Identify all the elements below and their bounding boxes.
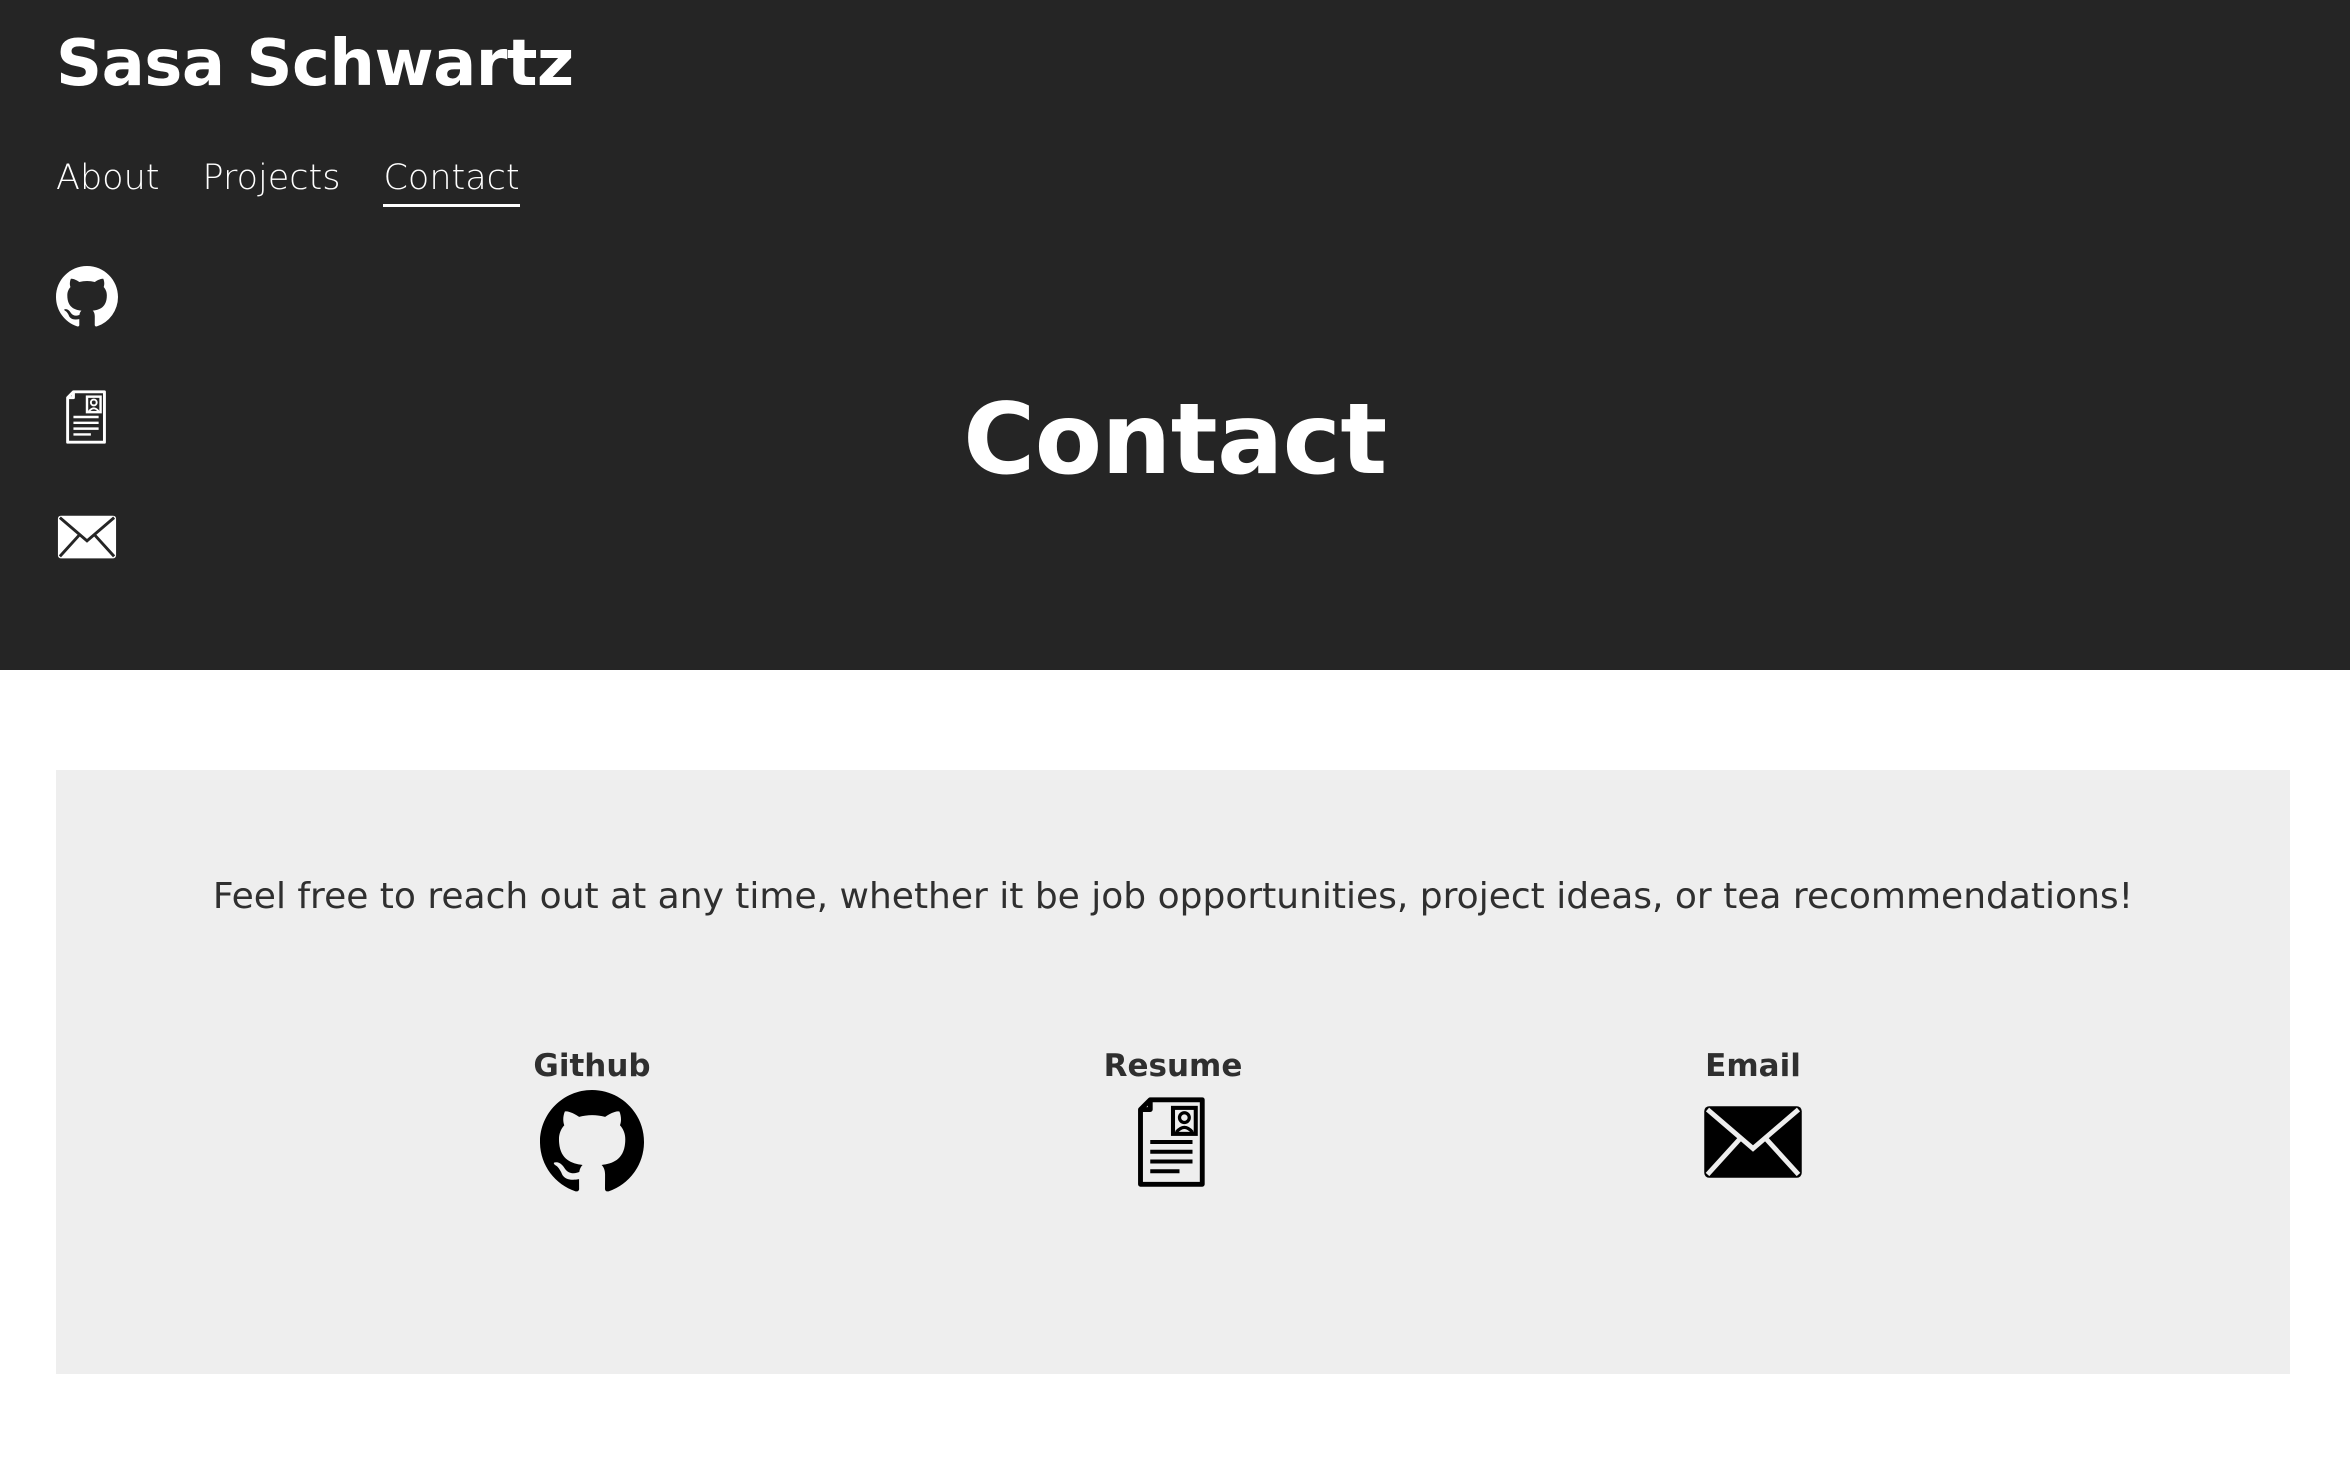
nav-contact-link[interactable]: Contact — [383, 152, 520, 207]
contact-intro-text: Feel free to reach out at any time, whet… — [212, 876, 2134, 917]
github-icon — [540, 1090, 644, 1194]
github-icon[interactable] — [56, 266, 118, 328]
email-icon[interactable] — [56, 506, 118, 568]
resume-link-label: Resume — [1103, 1048, 1243, 1084]
main-nav: About Projects Contact — [56, 152, 520, 207]
github-link-label: Github — [533, 1048, 651, 1084]
contact-card: Feel free to reach out at any time, whet… — [56, 770, 2290, 1374]
email-link-label: Email — [1705, 1048, 1801, 1084]
page-title: Contact — [963, 383, 1387, 497]
github-icon-graphic — [56, 266, 118, 327]
email-link[interactable]: Email — [1643, 1046, 1863, 1194]
site-header: Sasa Schwartz About Projects Contact Con… — [0, 0, 2350, 670]
github-link[interactable]: Github — [482, 1046, 702, 1194]
email-icon — [1701, 1090, 1805, 1194]
email-icon-graphic — [57, 515, 117, 559]
resume-link[interactable]: Resume — [1063, 1046, 1283, 1194]
site-title[interactable]: Sasa Schwartz — [56, 18, 574, 110]
nav-projects-link[interactable]: Projects — [202, 152, 340, 207]
resume-icon — [1121, 1090, 1225, 1194]
nav-about-link[interactable]: About — [56, 152, 159, 207]
